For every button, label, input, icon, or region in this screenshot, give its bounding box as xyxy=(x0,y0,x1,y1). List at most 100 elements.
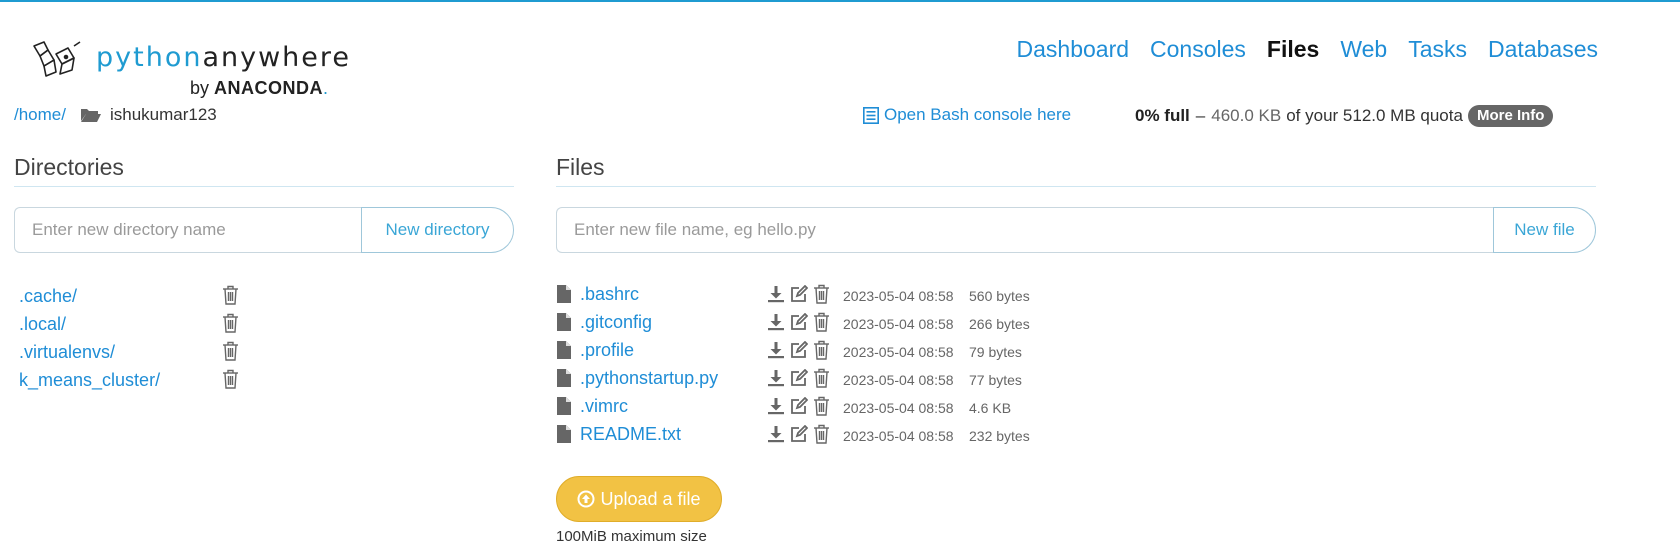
logo-anaconda-dot: . xyxy=(323,78,329,98)
trash-icon[interactable] xyxy=(813,424,830,444)
directory-link[interactable]: .local/ xyxy=(19,314,66,335)
edit-icon[interactable] xyxy=(790,369,808,387)
file-date: 2023-05-04 08:58 xyxy=(843,344,954,360)
breadcrumb: /home/ ishukumar123 xyxy=(14,105,217,125)
nav-files[interactable]: Files xyxy=(1267,36,1319,63)
file-date: 2023-05-04 08:58 xyxy=(843,288,954,304)
directory-list: .cache/ .local/ .virtualenvs/ k_means_cl… xyxy=(19,282,259,394)
trash-icon[interactable] xyxy=(813,340,830,360)
file-date: 2023-05-04 08:58 xyxy=(843,428,954,444)
file-actions xyxy=(767,284,830,304)
file-link[interactable]: README.txt xyxy=(580,424,681,445)
download-icon[interactable] xyxy=(767,397,785,415)
logo-by-anaconda: by ANACONDA. xyxy=(190,78,328,99)
trash-icon[interactable] xyxy=(222,285,239,305)
edit-icon[interactable] xyxy=(790,313,808,331)
file-date: 2023-05-04 08:58 xyxy=(843,372,954,388)
upload-file-button[interactable]: Upload a file xyxy=(556,476,722,522)
download-icon[interactable] xyxy=(767,313,785,331)
file-link[interactable]: .profile xyxy=(580,340,634,361)
file-date: 2023-05-04 08:58 xyxy=(843,316,954,332)
trash-icon[interactable] xyxy=(813,312,830,332)
logo-wordmark: pythonanywhere xyxy=(96,42,351,73)
directory-link[interactable]: .virtualenvs/ xyxy=(19,342,115,363)
open-bash-console-label: Open Bash console here xyxy=(884,105,1072,124)
quota-total: of your 512.0 MB quota xyxy=(1286,106,1463,125)
file-row: .pythonstartup.py 2023-05-04 08:58 77 by… xyxy=(557,366,1057,394)
logo-python: python xyxy=(96,42,203,73)
file-size: 560 bytes xyxy=(969,288,1030,304)
download-icon[interactable] xyxy=(767,285,785,303)
file-size: 266 bytes xyxy=(969,316,1030,332)
quota-percent: 0% full xyxy=(1135,106,1190,125)
trash-icon[interactable] xyxy=(813,396,830,416)
file-list: .bashrc 2023-05-04 08:58 560 bytes .gitc… xyxy=(557,282,1057,450)
new-directory-input[interactable]: Enter new directory name xyxy=(14,207,361,253)
quota-used: 460.0 KB xyxy=(1211,106,1282,125)
edit-icon[interactable] xyxy=(790,397,808,415)
upload-size-note: 100MiB maximum size xyxy=(556,528,707,545)
file-row: .gitconfig 2023-05-04 08:58 266 bytes xyxy=(557,310,1057,338)
trash-icon[interactable] xyxy=(222,369,239,389)
file-link[interactable]: .vimrc xyxy=(580,396,628,417)
storage-quota: 0% full – 460.0 KB of your 512.0 MB quot… xyxy=(1135,105,1554,127)
download-icon[interactable] xyxy=(767,425,785,443)
more-info-button[interactable]: More Info xyxy=(1467,105,1554,127)
new-file-button[interactable]: New file xyxy=(1493,207,1596,253)
directory-row: .cache/ xyxy=(19,282,259,310)
file-icon xyxy=(557,369,571,387)
logo-anaconda: ANACONDA xyxy=(214,78,324,98)
directory-row: .virtualenvs/ xyxy=(19,338,259,366)
new-file-input[interactable]: Enter new file name, eg hello.py xyxy=(556,207,1493,253)
file-size: 4.6 KB xyxy=(969,400,1012,416)
directories-title: Directories xyxy=(14,154,124,180)
logo-icon xyxy=(33,41,81,77)
nav-dashboard[interactable]: Dashboard xyxy=(1017,36,1130,63)
edit-icon[interactable] xyxy=(790,341,808,359)
pythonanywhere-logo[interactable]: pythonanywhere by ANACONDA. xyxy=(30,40,350,100)
file-icon xyxy=(557,285,571,303)
edit-icon[interactable] xyxy=(790,425,808,443)
folder-open-icon xyxy=(80,109,101,122)
file-row: .vimrc 2023-05-04 08:58 4.6 KB xyxy=(557,394,1057,422)
edit-icon[interactable] xyxy=(790,285,808,303)
upload-circle-icon xyxy=(577,490,595,508)
trash-icon[interactable] xyxy=(813,284,830,304)
file-icon xyxy=(557,313,571,331)
top-nav: Dashboard Consoles Files Web Tasks Datab… xyxy=(996,36,1599,63)
file-link[interactable]: .pythonstartup.py xyxy=(580,368,718,389)
trash-icon[interactable] xyxy=(813,368,830,388)
nav-consoles[interactable]: Consoles xyxy=(1150,36,1246,63)
breadcrumb-home-link[interactable]: /home/ xyxy=(14,105,66,125)
download-icon[interactable] xyxy=(767,341,785,359)
directories-divider xyxy=(14,186,514,187)
download-icon[interactable] xyxy=(767,369,785,387)
new-file-form: Enter new file name, eg hello.py New fil… xyxy=(556,207,1596,253)
nav-databases[interactable]: Databases xyxy=(1488,36,1598,63)
trash-icon[interactable] xyxy=(222,313,239,333)
file-actions xyxy=(767,396,830,416)
file-row: README.txt 2023-05-04 08:58 232 bytes xyxy=(557,422,1057,450)
directory-link[interactable]: .cache/ xyxy=(19,286,77,307)
console-list-icon xyxy=(863,106,879,124)
quota-dash: – xyxy=(1195,106,1206,125)
directory-link[interactable]: k_means_cluster/ xyxy=(19,370,160,391)
file-size: 232 bytes xyxy=(969,428,1030,444)
file-link[interactable]: .gitconfig xyxy=(580,312,652,333)
file-size: 79 bytes xyxy=(969,344,1022,360)
nav-web[interactable]: Web xyxy=(1340,36,1387,63)
file-actions xyxy=(767,368,830,388)
file-link[interactable]: .bashrc xyxy=(580,284,639,305)
open-bash-console-link[interactable]: Open Bash console here xyxy=(863,105,1071,125)
file-icon xyxy=(557,425,571,443)
logo-anywhere: anywhere xyxy=(202,42,352,73)
files-divider xyxy=(556,186,1596,187)
new-directory-button[interactable]: New directory xyxy=(361,207,514,253)
file-icon xyxy=(557,341,571,359)
breadcrumb-current: ishukumar123 xyxy=(109,105,217,124)
trash-icon[interactable] xyxy=(222,341,239,361)
nav-tasks[interactable]: Tasks xyxy=(1408,36,1467,63)
file-actions xyxy=(767,424,830,444)
logo-by-prefix: by xyxy=(190,78,210,98)
file-icon xyxy=(557,397,571,415)
